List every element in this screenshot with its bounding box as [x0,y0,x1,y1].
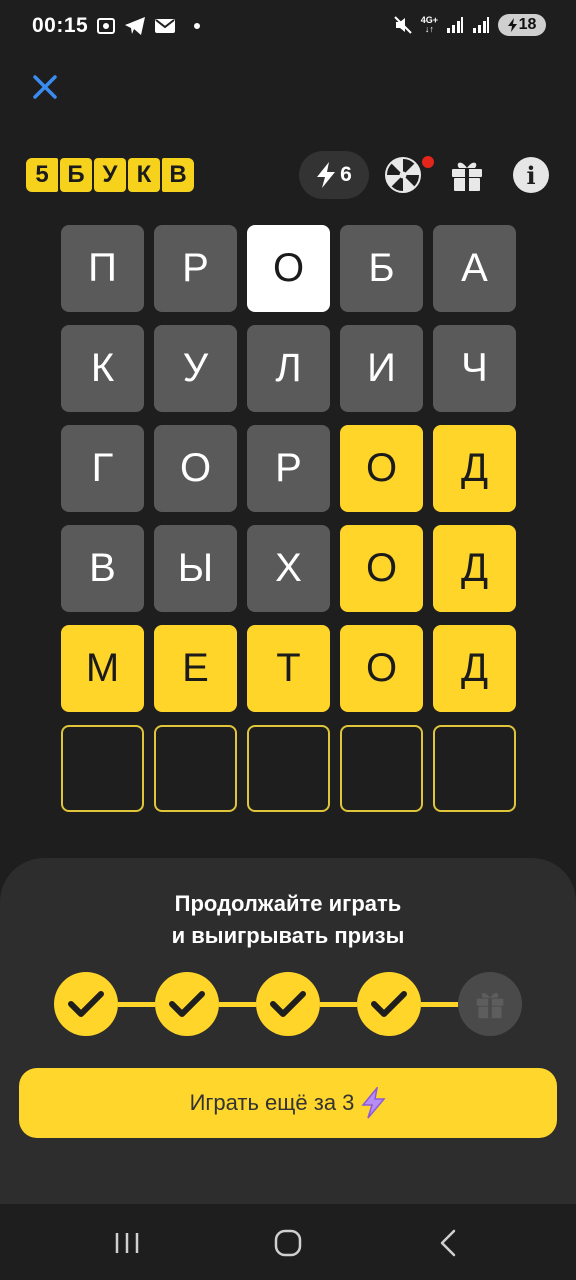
letter-tile [61,725,144,812]
letter-tile: Т [247,625,330,712]
play-again-label: Играть ещё за 3 [189,1090,355,1115]
letter-tile: Д [433,525,516,612]
letter-tile: Р [154,225,237,312]
network-type-label: 4G+ [420,15,438,25]
logo-letter: В [162,158,194,192]
signal-icon [473,17,489,33]
letter-tile: В [61,525,144,612]
letter-tile [154,725,237,812]
bolt-icon [507,18,517,32]
dot-icon [194,23,200,29]
battery-charging-icon: 18 [498,14,546,36]
logo-letter: К [128,158,160,192]
letter-tile: Л [247,325,330,412]
progress-step-completed [256,972,320,1036]
recent-apps-icon[interactable] [112,1228,142,1258]
letter-tile [247,725,330,812]
progress-step-completed [54,972,118,1036]
letter-tile: Д [433,625,516,712]
letter-tile: Х [247,525,330,612]
mail-icon [155,19,175,33]
play-again-button[interactable]: Играть ещё за 3 [19,1068,557,1138]
logo: 5 Б У К В [26,158,194,192]
letter-tile: К [61,325,144,412]
wheel-icon[interactable] [385,157,421,193]
letter-tile: Е [154,625,237,712]
progress-step-completed [357,972,421,1036]
progress-connector [421,1001,458,1007]
letter-tile: Д [433,425,516,512]
status-time: 00:15 [32,14,89,37]
sheet-title-line1: Продолжайте играть [174,891,402,916]
check-icon [169,991,205,1017]
back-icon[interactable] [434,1228,464,1258]
letter-tile: М [61,625,144,712]
close-icon[interactable] [30,72,60,102]
letter-tile: О [340,425,423,512]
letter-tile: Г [61,425,144,512]
bottom-sheet: Продолжайте играть и выигрывать призы Иг… [0,858,576,1204]
reward-progress [54,972,522,1036]
info-icon[interactable]: i [513,157,549,193]
letter-tile: О [154,425,237,512]
progress-step-completed [155,972,219,1036]
info-glyph: i [526,160,536,190]
energy-count: 6 [340,163,352,186]
letter-tile: Ч [433,325,516,412]
progress-connector [320,1001,357,1007]
logo-letter: Б [60,158,92,192]
check-icon [371,991,407,1017]
letter-tile: О [340,625,423,712]
letter-tile: И [340,325,423,412]
letter-tile: Б [340,225,423,312]
home-icon[interactable] [273,1228,303,1258]
sheet-title-line2: и выигрывать призы [171,923,405,948]
check-icon [270,991,306,1017]
letter-tile [433,725,516,812]
battery-level: 18 [518,16,537,33]
gift-icon[interactable] [449,157,485,193]
network-type: 4G+ ↓↑ [420,15,438,34]
gift-icon [476,993,504,1019]
letter-tile: О [340,525,423,612]
letter-tile [340,725,423,812]
screenshot-icon [97,18,115,34]
word-grid: ПРОБАКУЛИЧГОРОДВЫХОДМЕТОД [61,225,516,812]
letter-tile: Ы [154,525,237,612]
check-icon [68,991,104,1017]
system-icons: 4G+ ↓↑ 18 [393,14,546,36]
progress-step-prize [458,972,522,1036]
logo-letter: 5 [26,158,58,192]
sheet-title: Продолжайте играть и выигрывать призы [0,888,576,952]
progress-connector [219,1001,256,1007]
letter-tile: У [154,325,237,412]
letter-tile: О [247,225,330,312]
telegram-icon [125,17,145,35]
notification-dot [420,154,436,170]
energy-button[interactable]: 6 [299,151,369,199]
mute-icon [394,16,412,34]
status-bar: 00:15 4G+ ↓↑ 18 [0,0,576,56]
letter-tile: А [433,225,516,312]
lightning-icon [361,1087,387,1119]
progress-connector [118,1001,155,1007]
letter-tile: П [61,225,144,312]
letter-tile: Р [247,425,330,512]
notification-icons [96,16,200,36]
logo-letter: У [94,158,126,192]
navigation-bar [0,1204,576,1280]
lightning-icon [317,162,336,188]
signal-icon [447,17,463,33]
